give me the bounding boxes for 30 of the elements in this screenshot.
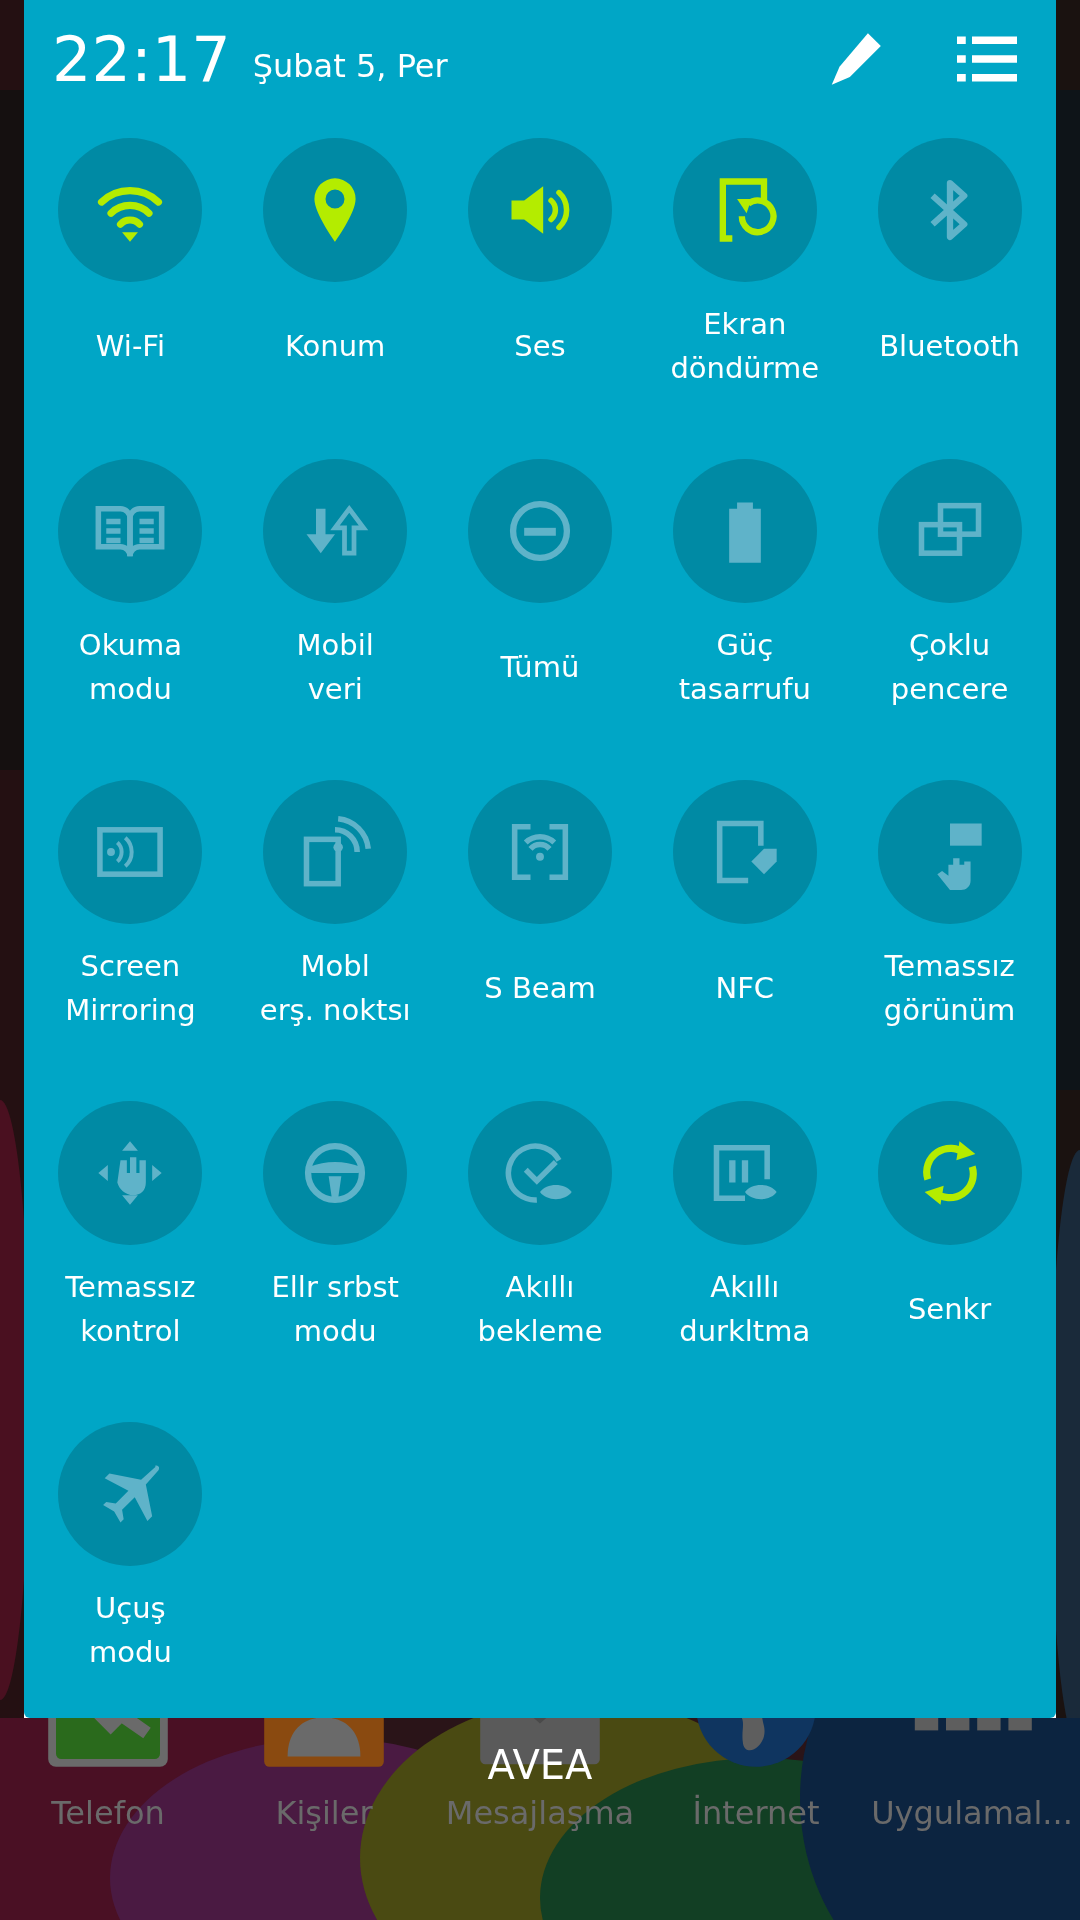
toggle-label: Tümü bbox=[500, 649, 580, 686]
toggle-label: Temassız kontrol bbox=[65, 1269, 196, 1350]
carrier-name: AVEA bbox=[487, 1742, 593, 1788]
toggle-label: Mobl erş. noktsı bbox=[259, 948, 411, 1029]
toggle-label: Güç tasarrufu bbox=[678, 627, 811, 708]
date-text: Şubat 5, Per bbox=[252, 47, 448, 85]
list-icon[interactable] bbox=[956, 34, 1018, 84]
toggle-label: Bluetooth bbox=[879, 328, 1020, 365]
toggle-label: Konum bbox=[285, 328, 386, 365]
toggle-label: Uçuş modu bbox=[89, 1590, 172, 1671]
toggle-label: Wi-Fi bbox=[95, 328, 165, 365]
toggle-label: Çoklu pencere bbox=[890, 627, 1009, 708]
toggle-label: Mobil veri bbox=[296, 627, 374, 708]
toggle-label: NFC bbox=[715, 970, 775, 1007]
toggle-label: Temassız görünüm bbox=[883, 948, 1016, 1029]
app-label[interactable]: Mesajlaşma bbox=[445, 1794, 635, 1832]
app-label[interactable]: Kişiler bbox=[275, 1794, 373, 1832]
toggle-label: S Beam bbox=[484, 970, 596, 1007]
toggle-label: Akıllı bekleme bbox=[477, 1269, 603, 1350]
toggle-label: Ekran döndürme bbox=[670, 306, 820, 387]
clock-time: 22:17 bbox=[52, 22, 231, 96]
toggle-label: Akıllı durkltma bbox=[679, 1269, 811, 1350]
toggle-label: Senkr bbox=[907, 1291, 992, 1328]
app-label[interactable]: Uygulamal... bbox=[871, 1794, 1073, 1832]
app-label[interactable]: İnternet bbox=[692, 1794, 820, 1832]
app-label[interactable]: Telefon bbox=[51, 1794, 165, 1832]
toggle-label: Okuma modu bbox=[78, 627, 182, 708]
toggle-label: Ellr srbst modu bbox=[271, 1269, 399, 1350]
toggle-label: Ses bbox=[514, 328, 566, 365]
toggle-label: Screen Mirroring bbox=[65, 948, 196, 1029]
